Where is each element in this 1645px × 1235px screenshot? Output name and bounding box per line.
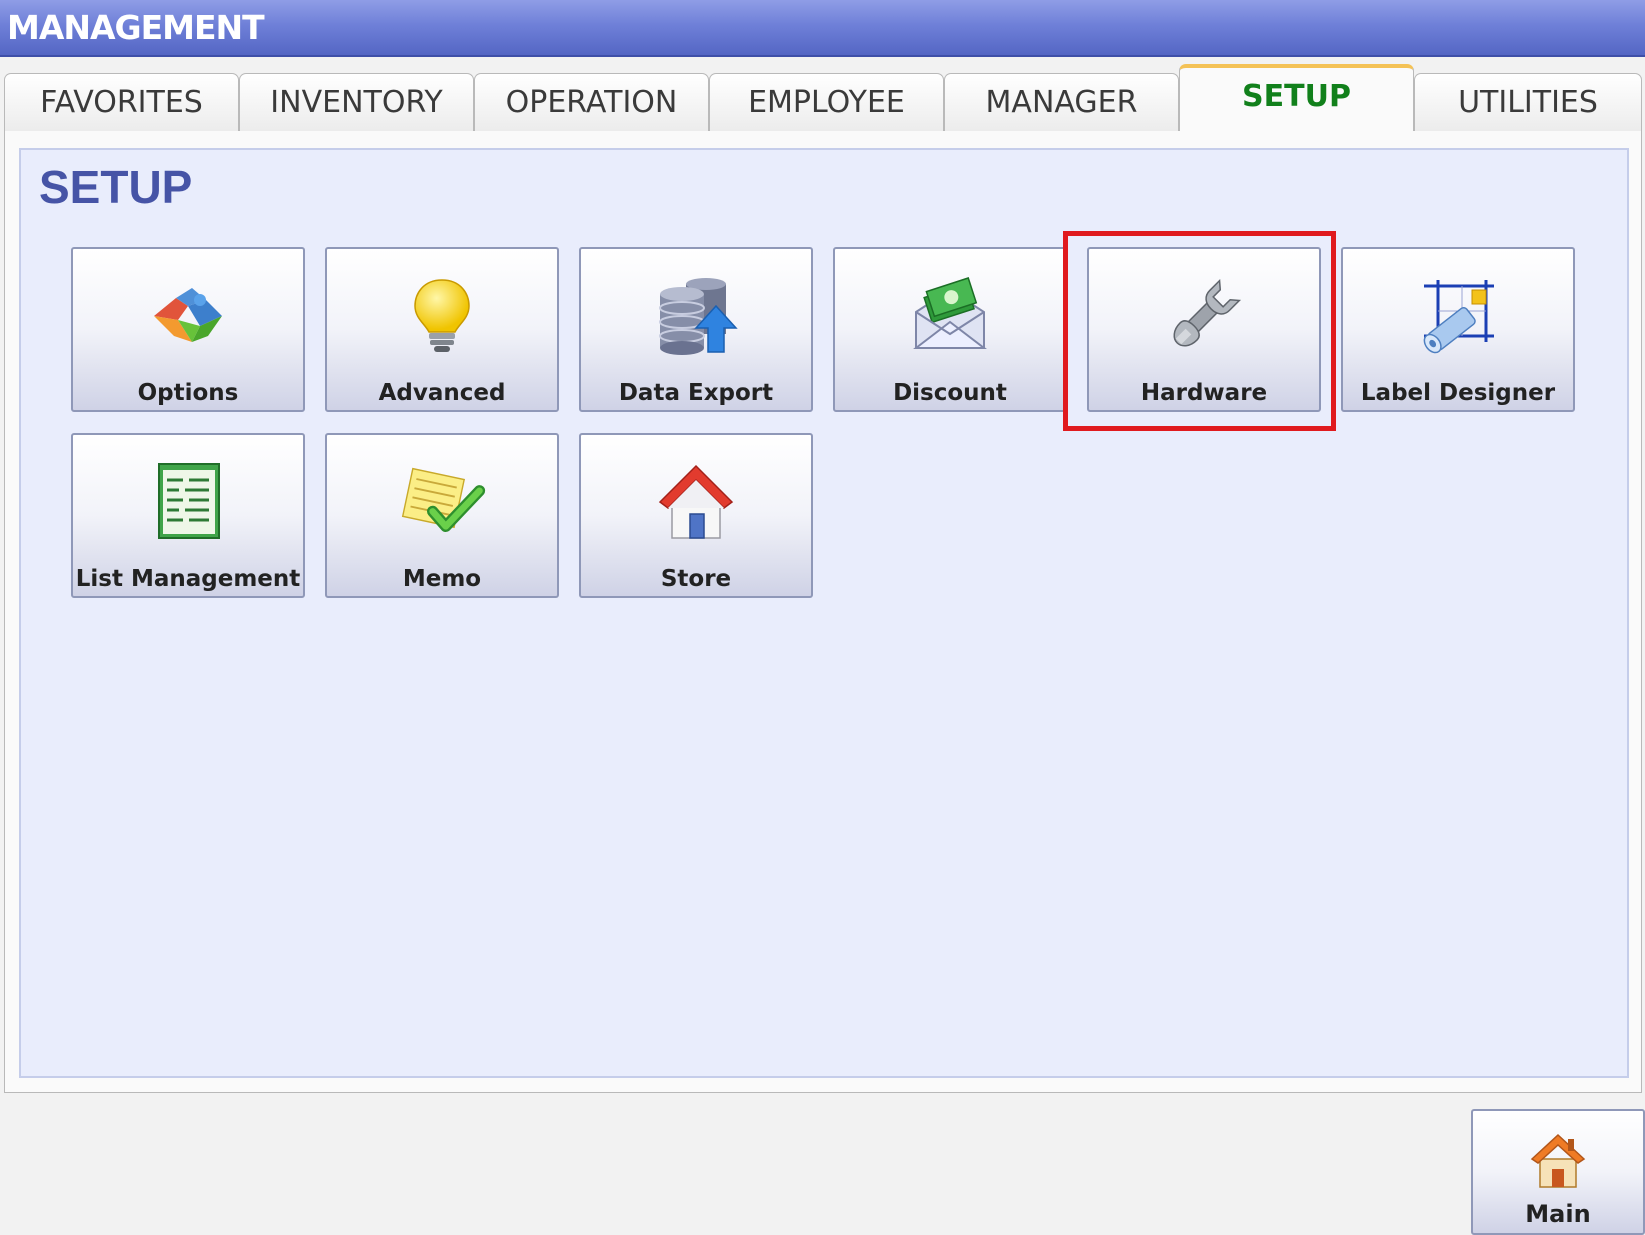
options-button[interactable]: Options	[71, 247, 305, 412]
store-button[interactable]: Store	[579, 433, 813, 598]
tab-operation[interactable]: OPERATION	[474, 73, 709, 131]
data-export-button[interactable]: Data Export	[579, 247, 813, 412]
tab-employee[interactable]: EMPLOYEE	[709, 73, 944, 131]
panel-title: SETUP	[39, 161, 193, 213]
main-button-label: Main	[1525, 1200, 1591, 1228]
tab-label: SETUP	[1242, 79, 1351, 114]
tile-label: Label Designer	[1360, 380, 1556, 406]
tile-label: Data Export	[618, 380, 774, 406]
list-document-icon	[143, 457, 233, 547]
tab-label: EMPLOYEE	[748, 85, 905, 120]
discount-button[interactable]: Discount	[833, 247, 1067, 412]
tile-label: Store	[660, 566, 732, 592]
title-bar: MANAGEMENT	[0, 0, 1645, 57]
main-button[interactable]: Main	[1471, 1109, 1645, 1235]
tab-label: INVENTORY	[270, 85, 443, 120]
tab-label: UTILITIES	[1458, 85, 1598, 120]
label-designer-button[interactable]: Label Designer	[1341, 247, 1575, 412]
tab-inventory[interactable]: INVENTORY	[239, 73, 474, 131]
tab-favorites[interactable]: FAVORITES	[4, 73, 239, 131]
tile-label: Hardware	[1140, 380, 1268, 406]
label-roll-icon	[1413, 271, 1503, 361]
window-title: MANAGEMENT	[7, 8, 265, 47]
tile-label: Memo	[402, 566, 482, 592]
hardware-button[interactable]: Hardware	[1087, 247, 1321, 412]
list-management-button[interactable]: List Management	[71, 433, 305, 598]
advanced-button[interactable]: Advanced	[325, 247, 559, 412]
house-icon	[651, 457, 741, 547]
tile-label: Advanced	[378, 380, 506, 406]
home-icon	[1528, 1131, 1588, 1191]
database-upload-icon	[651, 271, 741, 361]
tab-label: MANAGER	[985, 85, 1138, 120]
wrench-icon	[1159, 271, 1249, 361]
tile-label: Discount	[893, 380, 1007, 406]
tab-utilities[interactable]: UTILITIES	[1414, 73, 1642, 131]
memo-button[interactable]: Memo	[325, 433, 559, 598]
puzzle-icon	[143, 271, 233, 361]
tile-label: List Management	[75, 566, 301, 592]
tab-manager[interactable]: MANAGER	[944, 73, 1179, 131]
tab-label: OPERATION	[505, 85, 678, 120]
tab-setup[interactable]: SETUP	[1179, 64, 1414, 131]
money-envelope-icon	[905, 271, 995, 361]
tab-label: FAVORITES	[40, 85, 203, 120]
memo-check-icon	[397, 457, 487, 547]
tile-label: Options	[137, 380, 239, 406]
lightbulb-icon	[397, 271, 487, 361]
